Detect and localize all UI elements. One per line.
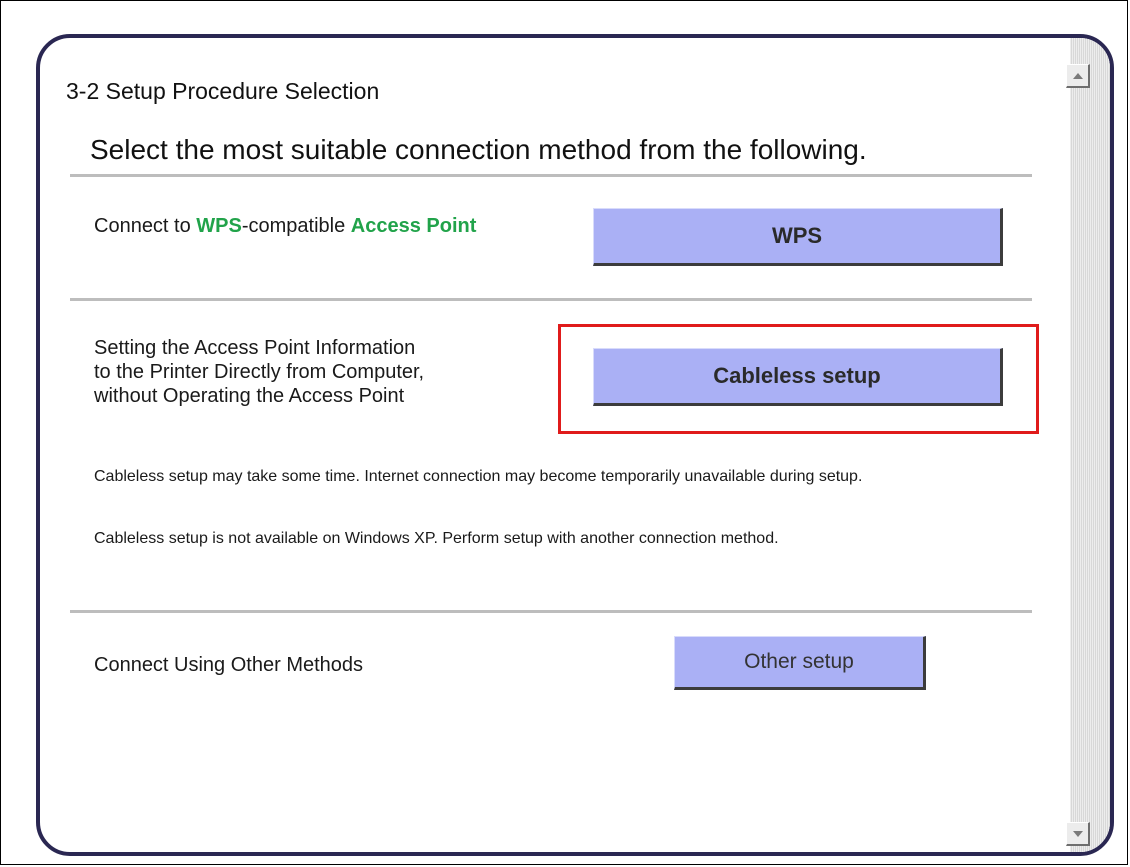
divider [70,298,1032,301]
cableless-note-time: Cableless setup may take some time. Inte… [94,468,863,485]
other-setup-button[interactable]: Other setup [674,636,926,690]
scroll-up-button[interactable] [1066,64,1090,88]
cableless-line-2: to the Printer Directly from Computer, [94,361,425,383]
instruction-text: Select the most suitable connection meth… [90,134,867,165]
wps-highlight: WPS [196,215,242,237]
panel-content: 3-2 Setup Procedure Selection Select the… [40,38,1066,852]
other-description: Connect Using Other Methods [94,654,364,676]
vertical-scrollbar[interactable] [1070,38,1110,852]
wps-button-label: WPS [771,223,823,248]
setup-panel: 3-2 Setup Procedure Selection Select the… [36,34,1114,856]
wps-button[interactable]: WPS [593,208,1003,266]
cableless-line-3: without Operating the Access Point [94,385,405,407]
cableless-line-1: Setting the Access Point Information [94,337,416,359]
divider [70,610,1032,613]
cableless-description: Setting the Access Point Information to … [94,336,554,408]
access-point-highlight: Access Point [350,215,477,237]
scroll-down-button[interactable] [1066,822,1090,846]
cableless-note-xp: Cableless setup is not available on Wind… [94,530,779,547]
arrow-up-icon [1072,72,1083,79]
section-title: 3-2 Setup Procedure Selection [66,78,380,104]
arrow-down-icon [1072,830,1083,837]
wps-text-part2: -compatible [241,215,351,237]
other-button-label: Other setup [744,650,854,673]
divider [70,174,1032,177]
wps-description: Connect to WPS-compatible Access Point [94,214,534,238]
highlight-box [558,324,1039,434]
wps-text-part1: Connect to [94,215,197,237]
